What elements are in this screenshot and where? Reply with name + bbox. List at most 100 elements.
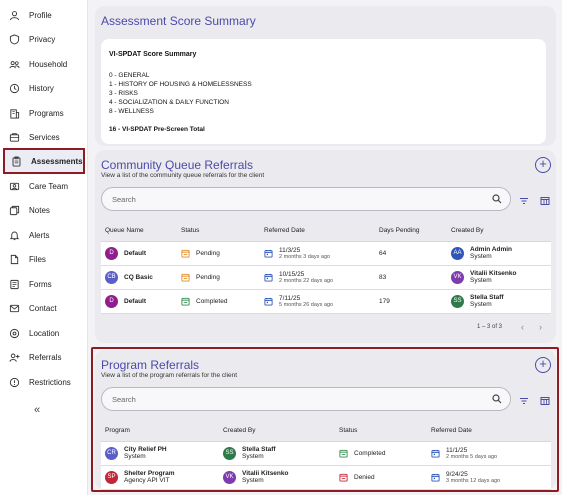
- program-referrals-title: Program Referrals: [101, 358, 200, 372]
- sidebar-item-label: Notes: [29, 205, 50, 215]
- program-referrals-table: Program Created By Status Referred Date …: [101, 421, 551, 490]
- status-icon: [181, 273, 190, 282]
- location-icon: [8, 327, 20, 339]
- sidebar-item-label: Privacy: [29, 34, 56, 44]
- created-by-sub: System: [470, 253, 492, 260]
- sidebar-item-alerts[interactable]: Alerts: [3, 223, 85, 247]
- table-row[interactable]: CR City Relief PH System SS Stella Staff Syst…: [101, 441, 551, 466]
- sidebar-item-files[interactable]: Files: [3, 247, 85, 271]
- shield-icon: [8, 33, 20, 45]
- queue-avatar: D: [105, 294, 118, 308]
- table-row[interactable]: SP Shelter Program Agency API VIT VK Vitalii…: [101, 465, 551, 490]
- columns-icon[interactable]: [540, 396, 550, 406]
- column-header[interactable]: Referred Date: [264, 221, 379, 242]
- table-row[interactable]: D Default Completed 7/11/25 5 months 26 days…: [101, 289, 551, 314]
- created-by-sub: System: [470, 301, 492, 308]
- collapse-sidebar-button[interactable]: «: [34, 404, 40, 416]
- score-summary-box: VI-SPDAT Score Summary 0 - GENERAL 1 - H…: [101, 39, 546, 144]
- days-pending: 83: [379, 265, 451, 290]
- history-icon: [8, 82, 20, 94]
- restriction-icon: [8, 376, 20, 388]
- group-icon: [8, 58, 20, 70]
- column-header[interactable]: Program: [101, 421, 223, 442]
- sidebar-item-restrictions[interactable]: Restrictions: [3, 370, 85, 394]
- queue-name: CQ Basic: [124, 273, 153, 281]
- table-row[interactable]: D Default Pending 11/3/25 2 months 3 days ag…: [101, 241, 551, 266]
- score-line: 8 - WELLNESS: [109, 108, 154, 115]
- column-header[interactable]: Queue Name: [101, 221, 181, 242]
- care-team-icon: [8, 180, 20, 192]
- column-header[interactable]: Status: [339, 421, 431, 442]
- queue-name: Default: [124, 249, 147, 257]
- column-header[interactable]: Days Pending: [379, 221, 451, 242]
- referred-ago: 2 months 22 days ago: [279, 277, 334, 284]
- days-pending: 64: [379, 241, 451, 266]
- sidebar-item-label: Care Team: [29, 181, 68, 191]
- sidebar-item-label: Services: [29, 132, 60, 142]
- status-label: Pending: [196, 273, 220, 281]
- column-header[interactable]: Created By: [451, 221, 551, 242]
- community-queue-title: Community Queue Referrals: [101, 158, 254, 172]
- add-program-referral-button[interactable]: +: [535, 357, 551, 373]
- referral-icon: [8, 351, 20, 363]
- status-label: Denied: [354, 473, 375, 481]
- calendar-icon: [431, 473, 440, 482]
- created-by-name: Stella Staff: [470, 294, 504, 301]
- referred-date: 9/24/25: [446, 470, 468, 478]
- sidebar-item-forms[interactable]: Forms: [3, 272, 85, 296]
- sidebar-item-referrals[interactable]: Referrals: [3, 345, 85, 369]
- table-header-row: Queue Name Status Referred Date Days Pen…: [101, 221, 551, 242]
- sidebar-item-label: History: [29, 83, 54, 93]
- search-icon[interactable]: [492, 194, 502, 204]
- status-icon: [339, 449, 348, 458]
- person-icon: [8, 9, 20, 21]
- program-search-input[interactable]: Search: [101, 387, 511, 411]
- referred-date: 11/1/25: [446, 446, 468, 454]
- sidebar-item-privacy[interactable]: Privacy: [3, 27, 85, 51]
- sidebar-item-label: Profile: [29, 10, 52, 20]
- sidebar-item-label: Forms: [29, 279, 52, 289]
- building-icon: [8, 107, 20, 119]
- clipboard-icon: [10, 155, 22, 167]
- sidebar-item-contact[interactable]: Contact: [3, 296, 85, 320]
- referred-date: 10/15/25: [279, 270, 305, 278]
- next-page-button[interactable]: ›: [539, 322, 542, 332]
- sidebar-item-care-team[interactable]: Care Team: [3, 174, 85, 198]
- column-header[interactable]: Status: [181, 221, 264, 242]
- prev-page-button[interactable]: ‹: [521, 322, 524, 332]
- sidebar-item-programs[interactable]: Programs: [3, 101, 85, 125]
- program-referrals-card: Program Referrals View a list of the pro…: [95, 350, 556, 490]
- user-avatar: VK: [451, 270, 464, 284]
- sidebar-item-location[interactable]: Location: [3, 321, 85, 345]
- sidebar-item-assessments[interactable]: Assessments: [3, 148, 85, 174]
- calendar-icon: [264, 273, 273, 282]
- status-icon: [181, 297, 190, 306]
- columns-icon[interactable]: [540, 196, 550, 206]
- score-total: 16 - VI-SPDAT Pre-Screen Total: [109, 126, 205, 133]
- filter-icon[interactable]: [519, 396, 529, 406]
- add-community-referral-button[interactable]: +: [535, 157, 551, 173]
- sidebar: Profile Privacy Household History Programs Se…: [0, 0, 88, 495]
- status-label: Completed: [196, 297, 228, 305]
- services-icon: [8, 131, 20, 143]
- table-row[interactable]: CB CQ Basic Pending 10/15/25 2 months 22 day…: [101, 265, 551, 290]
- score-lines: 0 - GENERAL 1 - HISTORY OF HOUSING & HOM…: [109, 71, 538, 116]
- program-avatar: SP: [105, 470, 118, 484]
- program-referrals-subtitle: View a list of the program referrals for…: [101, 372, 238, 379]
- score-line: 3 - RISKS: [109, 90, 138, 97]
- sidebar-item-history[interactable]: History: [3, 76, 85, 100]
- sidebar-item-label: Files: [29, 254, 46, 264]
- forms-icon: [8, 278, 20, 290]
- sidebar-item-services[interactable]: Services: [3, 125, 85, 149]
- table-header-row: Program Created By Status Referred Date: [101, 421, 551, 442]
- column-header[interactable]: Referred Date: [431, 421, 551, 442]
- search-icon[interactable]: [492, 394, 502, 404]
- community-search-input[interactable]: Search: [101, 187, 511, 211]
- sidebar-item-household[interactable]: Household: [3, 52, 85, 76]
- assessment-summary-card: Assessment Score Summary VI-SPDAT Score …: [95, 6, 556, 146]
- filter-icon[interactable]: [519, 196, 529, 206]
- column-header[interactable]: Created By: [223, 421, 339, 442]
- sidebar-item-label: Contact: [29, 303, 57, 313]
- sidebar-item-profile[interactable]: Profile: [3, 3, 85, 27]
- sidebar-item-notes[interactable]: Notes: [3, 198, 85, 222]
